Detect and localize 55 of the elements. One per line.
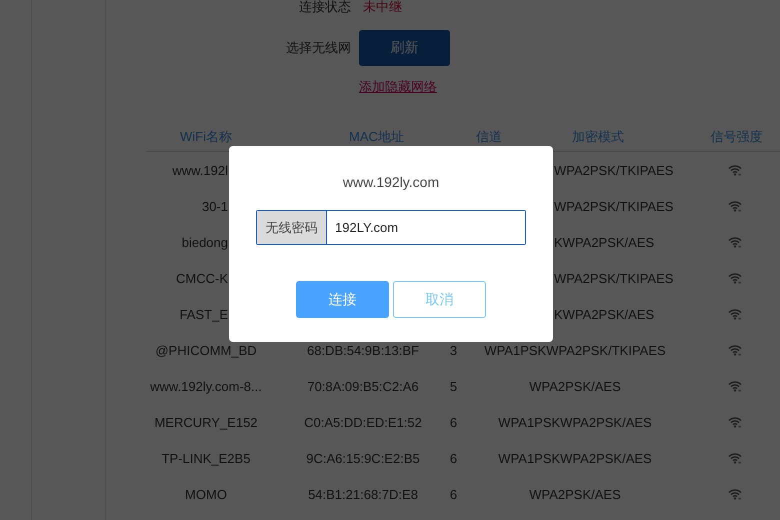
- table-cell-text: 9C:A6:15:9C:E2:B5: [305, 450, 421, 466]
- table-cell-text: www.192l: [171, 162, 229, 178]
- table-cell-text: C0:A5:DD:ED:E1:52: [303, 414, 423, 430]
- wifi-signal-icon: [728, 236, 742, 248]
- table-cell-text: @PHICOMM_BD: [154, 342, 258, 358]
- table-cell-text: 6: [448, 414, 458, 430]
- wifi-signal-icon: [728, 452, 742, 464]
- table-cell-text: WPA2PSK/AES: [528, 486, 622, 502]
- table-cell-text: WPA2PSK/TKIPAES: [553, 270, 674, 286]
- wireless-label: 选择无线网: [285, 39, 352, 57]
- dialog-title: www.192ly.com: [342, 174, 440, 192]
- wifi-signal-icon: [728, 164, 742, 176]
- cancel-button[interactable]: 取消: [393, 281, 486, 318]
- password-field[interactable]: 无线密码 192LY.com: [256, 210, 526, 245]
- table-cell-text: 30-1: [200, 198, 229, 214]
- table-cell-text: 68:DB:54:9B:13:BF: [306, 342, 420, 358]
- table-cell-text: 3: [448, 342, 458, 358]
- column-header: 信号强度: [710, 128, 764, 146]
- status-label: 连接状态: [298, 0, 352, 16]
- connect-button[interactable]: 连接: [296, 281, 389, 318]
- table-cell-text: biedong: [180, 234, 229, 250]
- column-header: 加密模式: [571, 128, 625, 146]
- status-value: 未中继: [363, 0, 402, 16]
- table-cell-text: WPA1PSKWPA2PSK/TKIPAES: [483, 342, 667, 358]
- wifi-signal-icon: [728, 200, 742, 212]
- wifi-signal-icon: [728, 344, 742, 356]
- table-cell-text: 6: [448, 450, 458, 466]
- table-cell-text: WPA2PSK/AES: [528, 378, 622, 394]
- table-cell-text: WPA1PSKWPA2PSK/AES: [497, 450, 653, 466]
- table-cell-text: MERCURY_E152: [153, 414, 259, 430]
- password-label: 无线密码: [257, 211, 327, 244]
- wifi-signal-icon: [728, 380, 742, 392]
- table-cell-text: WPA2PSK/TKIPAES: [553, 198, 674, 214]
- table-cell-text: 70:8A:09:B5:C2:A6: [306, 378, 420, 394]
- column-header: WiFi名称: [179, 128, 233, 146]
- table-cell-text: KWPA2PSK/AES: [553, 234, 656, 250]
- table-cell-text: KWPA2PSK/AES: [553, 306, 656, 322]
- column-header: MAC地址: [348, 128, 405, 146]
- hidden-network-link[interactable]: 添加隐藏网络: [359, 78, 437, 96]
- table-cell-text: MOMO: [184, 486, 228, 502]
- wifi-signal-icon: [728, 416, 742, 428]
- table-cell-text: CMCC-K: [175, 270, 229, 286]
- column-header: 信道: [475, 128, 503, 146]
- table-cell-text: www.192ly.com-8...: [149, 378, 263, 394]
- table-cell-text: FAST_E: [178, 306, 229, 322]
- table-cell-text: 6: [448, 486, 458, 502]
- table-cell-text: WPA1PSKWPA2PSK/AES: [497, 414, 653, 430]
- table-cell-text: WPA2PSK/TKIPAES: [553, 162, 674, 178]
- refresh-button[interactable]: 刷新: [359, 30, 450, 66]
- table-cell-text: TP-LINK_E2B5: [160, 450, 252, 466]
- table-cell-text: 5: [448, 378, 458, 394]
- table-cell-text: 54:B1:21:68:7D:E8: [307, 486, 419, 502]
- wifi-signal-icon: [728, 308, 742, 320]
- wifi-signal-icon: [728, 488, 742, 500]
- wifi-signal-icon: [728, 272, 742, 284]
